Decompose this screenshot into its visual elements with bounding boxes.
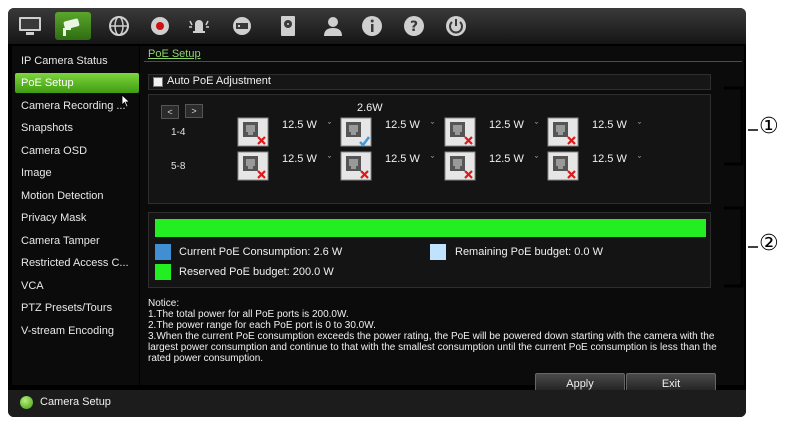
poe-port-3-power-select[interactable]: 12.5 W: [489, 119, 524, 131]
callout-label-1: ①: [759, 114, 779, 139]
auto-poe-row: Auto PoE Adjustment: [148, 74, 711, 90]
poe-budget-bar: [155, 219, 706, 237]
poe-port-8-disconnected-icon: [547, 151, 579, 181]
poe-port-7-power-select[interactable]: 12.5 W: [489, 153, 524, 165]
sidebar-item-camera-osd[interactable]: Camera OSD: [15, 141, 139, 161]
poe-budget-panel: Current PoE Consumption: 2.6 W Remaining…: [148, 212, 711, 288]
poe-port-2-connected-icon: [340, 117, 372, 147]
current-consumption-swatch: [155, 244, 171, 260]
poe-port-6-power-select[interactable]: 12.5 W: [385, 153, 420, 165]
auto-poe-label: Auto PoE Adjustment: [167, 75, 271, 87]
alarm-icon[interactable]: [185, 12, 213, 40]
sidebar-item-motion-detection[interactable]: Motion Detection: [15, 186, 139, 206]
sidebar-item-privacy-mask[interactable]: Privacy Mask: [15, 208, 139, 228]
notice-title: Notice:: [148, 298, 180, 309]
callout-line-2: [748, 246, 758, 248]
poe-port-2-power-select[interactable]: 12.5 W: [385, 119, 420, 131]
user-icon[interactable]: [319, 12, 347, 40]
poe-port-6-disconnected-icon: [340, 151, 372, 181]
reserved-budget-label: Reserved PoE budget: 200.0 W: [179, 266, 334, 278]
sidebar-item-snapshots[interactable]: Snapshots: [15, 118, 139, 138]
port-2-consumption: 2.6W: [357, 102, 383, 114]
callout-bracket-1: [724, 86, 744, 166]
sidebar: IP Camera Status PoE Setup Camera Record…: [12, 46, 139, 385]
reserved-budget-swatch: [155, 264, 171, 280]
sidebar-item-camera-tamper[interactable]: Camera Tamper: [15, 231, 139, 251]
row-label-5-8: 5-8: [171, 161, 186, 172]
prev-page-button[interactable]: <: [161, 105, 179, 119]
chevron-down-icon[interactable]: ˇ: [535, 155, 538, 165]
notice-line-2: 2.The power range for each PoE port is 0…: [148, 320, 376, 331]
poe-ports-panel: < > 1-4 5-8 2.6W 12.5 W ˇ 12.5 W ˇ 12.5 W ˇ 12…: [148, 94, 711, 204]
status-bar: Camera Setup: [8, 390, 746, 417]
notice-text: Notice: 1.The total power for all PoE po…: [148, 298, 728, 364]
chevron-down-icon[interactable]: ˇ: [535, 121, 538, 131]
chevron-down-icon[interactable]: ˇ: [431, 155, 434, 165]
chevron-down-icon[interactable]: ˇ: [431, 121, 434, 131]
title-divider: [144, 61, 742, 62]
poe-port-8-power-select[interactable]: 12.5 W: [592, 153, 627, 165]
mouse-cursor-icon: [121, 94, 131, 108]
device-icon[interactable]: [228, 12, 256, 40]
notice-line-1: 1.The total power for all PoE ports is 2…: [148, 309, 349, 320]
record-icon[interactable]: [146, 12, 174, 40]
remaining-budget-label: Remaining PoE budget: 0.0 W: [455, 246, 603, 258]
remaining-budget-swatch: [430, 244, 446, 260]
poe-port-1-disconnected-icon: [237, 117, 269, 147]
next-page-button[interactable]: >: [185, 104, 203, 118]
sidebar-item-image[interactable]: Image: [15, 163, 139, 183]
sidebar-item-v-stream-encoding[interactable]: V-stream Encoding: [15, 321, 139, 341]
row-label-1-4: 1-4: [171, 127, 186, 138]
current-consumption-label: Current PoE Consumption: 2.6 W: [179, 246, 343, 258]
sidebar-item-restricted-access[interactable]: Restricted Access C...: [15, 253, 139, 273]
power-icon[interactable]: [442, 12, 470, 40]
sidebar-item-poe-setup[interactable]: PoE Setup: [15, 73, 139, 93]
poe-port-7-disconnected-icon: [444, 151, 476, 181]
nvr-window: ? IP Camera Status PoE Setup Camera Reco…: [8, 8, 746, 417]
chevron-down-icon[interactable]: ˇ: [328, 121, 331, 131]
notice-line-3: 3.When the current PoE consumption excee…: [148, 331, 720, 364]
top-toolbar: ?: [8, 8, 746, 44]
monitor-icon[interactable]: [16, 12, 44, 40]
chevron-down-icon[interactable]: ˇ: [638, 155, 641, 165]
chevron-down-icon[interactable]: ˇ: [328, 155, 331, 165]
chevron-down-icon[interactable]: ˇ: [638, 121, 641, 131]
callout-bracket-2: [724, 206, 744, 288]
auto-poe-checkbox[interactable]: [153, 77, 163, 87]
sidebar-item-ip-camera-status[interactable]: IP Camera Status: [15, 51, 139, 71]
callout-label-2: ②: [759, 231, 779, 256]
poe-port-1-power-select[interactable]: 12.5 W: [282, 119, 317, 131]
network-icon[interactable]: [105, 12, 133, 40]
main-content: PoE Setup Auto PoE Adjustment < > 1-4 5-…: [140, 46, 744, 395]
poe-port-5-disconnected-icon: [237, 151, 269, 181]
camera-icon[interactable]: [55, 12, 91, 40]
camera-setup-icon: [20, 396, 33, 409]
sidebar-item-vca[interactable]: VCA: [15, 276, 139, 296]
callout-line-1: [748, 129, 758, 131]
sidebar-item-ptz-presets-tours[interactable]: PTZ Presets/Tours: [15, 298, 139, 318]
status-label: Camera Setup: [40, 396, 111, 408]
poe-port-4-disconnected-icon: [547, 117, 579, 147]
hdd-icon[interactable]: [274, 12, 302, 40]
poe-port-5-power-select[interactable]: 12.5 W: [282, 153, 317, 165]
info-icon[interactable]: [358, 12, 386, 40]
svg-text:?: ?: [410, 19, 418, 35]
page-title: PoE Setup: [148, 48, 201, 60]
help-icon[interactable]: ?: [400, 12, 428, 40]
poe-port-3-disconnected-icon: [444, 117, 476, 147]
poe-port-4-power-select[interactable]: 12.5 W: [592, 119, 627, 131]
